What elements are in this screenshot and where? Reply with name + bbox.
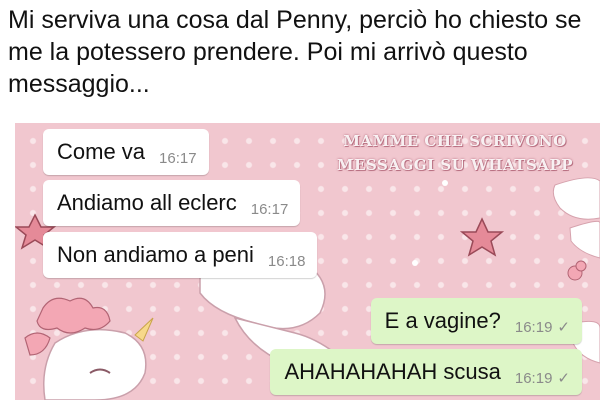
watermark-line2: MESSAGGI SU WHATSAPP <box>336 156 574 174</box>
message-time: 16:17 <box>159 149 197 167</box>
message-text: Andiamo all eclerc <box>57 190 237 215</box>
message-time: 16:17 <box>250 200 289 218</box>
watermark-line1: MAMME CHE SCRIVONO <box>343 132 567 150</box>
message-text: E a vagine? <box>384 308 501 333</box>
message-time: 16:19 <box>514 369 553 387</box>
message-text: AHAHAHAHAH scusa <box>284 359 501 384</box>
watermark: MAMME CHE SCRIVONO MESSAGGI SU WHATSAPP <box>315 129 595 177</box>
message-time: 16:18 <box>267 252 306 270</box>
message-bubble-outgoing[interactable]: AHAHAHAHAH scusa 16:19 ✓ <box>270 349 582 395</box>
whatsapp-screenshot: MAMME CHE SCRIVONO MESSAGGI SU WHATSAPP … <box>15 123 600 400</box>
check-icon: ✓ <box>557 370 570 387</box>
message-text: Non andiamo a peni <box>57 242 254 267</box>
message-bubble-incoming[interactable]: Andiamo all eclerc 16:17 <box>43 180 301 226</box>
message-bubble-outgoing[interactable]: E a vagine? 16:19 ✓ <box>370 298 582 344</box>
unicorn-icon <box>24 297 154 400</box>
post-caption: Mi serviva una cosa dal Penny, perciò ho… <box>8 6 582 98</box>
message-bubble-incoming[interactable]: Non andiamo a peni 16:18 <box>43 232 318 278</box>
message-time: 16:19 <box>514 318 553 336</box>
message-text: Come va <box>57 139 146 164</box>
check-icon: ✓ <box>557 319 570 336</box>
star-icon <box>459 217 505 257</box>
message-bubble-incoming[interactable]: Come va 16:17 <box>43 129 209 175</box>
